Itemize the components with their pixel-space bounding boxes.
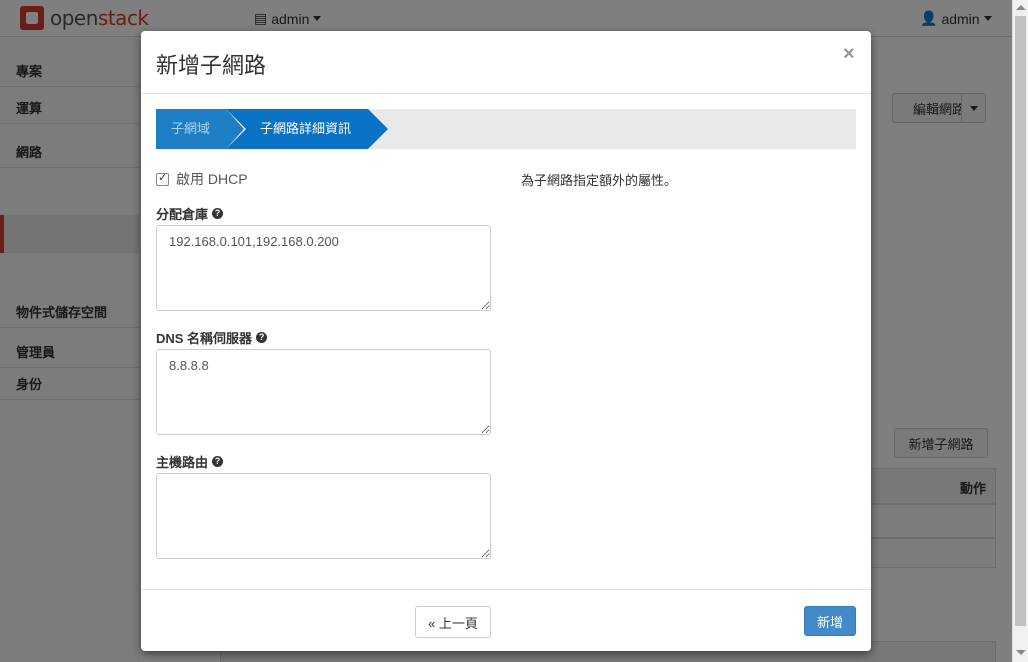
wizard-step-subnet-label: 子網域: [171, 121, 211, 136]
page-scrollbar[interactable]: [1012, 0, 1028, 662]
enable-dhcp-row[interactable]: 啟用 DHCP: [156, 169, 248, 189]
help-icon[interactable]: ?: [212, 208, 224, 219]
dns-nameservers-input[interactable]: [156, 349, 491, 435]
host-routes-label-text: 主機路由: [156, 455, 209, 470]
modal-header: 新增子網路 ×: [141, 31, 871, 94]
allocation-pools-label: 分配倉庫 ?: [156, 204, 224, 223]
allocation-pools-input[interactable]: [156, 225, 491, 311]
create-subnet-modal: 新增子網路 × 子網域 子網路詳細資訊 啟用 DHCP 分配倉庫 ? DNS 名…: [141, 31, 871, 651]
enable-dhcp-label: 啟用 DHCP: [176, 171, 248, 187]
modal-footer: « 上一頁 新增: [141, 589, 871, 651]
wizard-step-subnet-details[interactable]: 子網路詳細資訊: [226, 109, 368, 149]
dns-nameservers-label: DNS 名稱伺服器 ?: [156, 328, 268, 347]
enable-dhcp-checkbox[interactable]: [156, 171, 169, 186]
host-routes-label: 主機路由 ?: [156, 452, 224, 471]
wizard-step-subnet[interactable]: 子網域: [156, 109, 226, 149]
help-icon[interactable]: ?: [256, 332, 268, 343]
wizard-arrow-step2: [368, 109, 388, 149]
allocation-pools-label-text: 分配倉庫: [156, 207, 209, 222]
submit-button[interactable]: 新增: [804, 606, 856, 636]
close-icon[interactable]: ×: [843, 43, 855, 66]
scroll-down-icon[interactable]: [1016, 650, 1026, 655]
scroll-up-icon[interactable]: [1016, 5, 1026, 10]
back-button[interactable]: « 上一頁: [415, 606, 491, 638]
wizard-arrow-step1: [226, 109, 244, 149]
wizard-steps: 子網域 子網路詳細資訊: [156, 109, 856, 149]
help-description: 為子網路指定額外的屬性。: [521, 173, 678, 188]
host-routes-input[interactable]: [156, 473, 491, 559]
modal-title: 新增子網路: [156, 53, 267, 78]
help-icon[interactable]: ?: [212, 456, 224, 467]
scrollbar-thumb[interactable]: [1015, 16, 1026, 626]
wizard-step-details-label: 子網路詳細資訊: [260, 121, 352, 136]
dns-nameservers-label-text: DNS 名稱伺服器: [156, 331, 253, 346]
